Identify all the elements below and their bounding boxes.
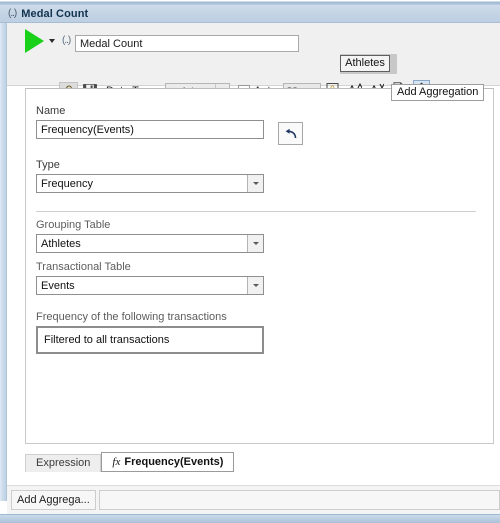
tab-frequency-events[interactable]: fx Frequency(Events) bbox=[101, 452, 235, 472]
athletes-button-container: Athletes bbox=[340, 54, 397, 74]
grouping-table-label: Grouping Table bbox=[36, 219, 111, 231]
expression-editor-window: (..) Medal Count (..) Medal Count Athlet… bbox=[0, 0, 500, 523]
run-icon bbox=[24, 29, 44, 53]
window-title: Medal Count bbox=[21, 7, 89, 20]
revert-name-button[interactable] bbox=[278, 122, 303, 145]
section-divider bbox=[36, 211, 476, 212]
expression-icon: (..) bbox=[8, 7, 17, 19]
transactional-table-chevron-down-icon[interactable] bbox=[247, 277, 263, 294]
frequency-transactions-group: Frequency of the following transactions … bbox=[36, 311, 264, 354]
type-chevron-down-icon[interactable] bbox=[247, 175, 263, 192]
fx-icon: fx bbox=[112, 456, 121, 468]
grouping-table-group: Grouping Table Athletes bbox=[36, 219, 264, 253]
grouping-table-value: Athletes bbox=[41, 238, 81, 250]
type-field-group: Type Frequency bbox=[36, 159, 264, 193]
type-value: Frequency bbox=[41, 178, 93, 190]
left-gutter bbox=[0, 23, 7, 501]
expression-name-input[interactable]: Medal Count bbox=[75, 35, 299, 52]
athletes-button[interactable]: Athletes bbox=[340, 55, 390, 72]
frequency-transactions-label: Frequency of the following transactions bbox=[36, 311, 227, 323]
run-dropdown-chevron-down-icon[interactable] bbox=[49, 39, 55, 43]
transactional-table-value: Events bbox=[41, 280, 75, 292]
type-select[interactable]: Frequency bbox=[36, 174, 264, 193]
name-label: Name bbox=[36, 105, 66, 117]
type-label: Type bbox=[36, 159, 60, 171]
toolbar: (..) Medal Count Athletes bbox=[7, 23, 500, 103]
editor-tab-strip: Expression fx Frequency(Events) bbox=[25, 450, 494, 472]
window-title-bar: (..) Medal Count bbox=[0, 5, 500, 23]
tab-expression[interactable]: Expression bbox=[25, 454, 102, 472]
name-field-group: Name Frequency(Events) bbox=[36, 105, 303, 145]
tooltip-add-aggregation: Add Aggregation bbox=[391, 84, 485, 101]
status-add-aggregation-cell[interactable]: Add Aggrega... bbox=[11, 490, 96, 510]
status-empty-cell bbox=[98, 490, 500, 510]
frequency-transactions-field[interactable]: Filtered to all transactions bbox=[36, 326, 264, 354]
window-frame-bottom bbox=[0, 514, 500, 523]
grouping-table-chevron-down-icon[interactable] bbox=[247, 235, 263, 252]
run-button[interactable] bbox=[19, 28, 49, 54]
transactional-table-label: Transactional Table bbox=[36, 261, 131, 273]
grouping-table-select[interactable]: Athletes bbox=[36, 234, 264, 253]
transactional-table-group: Transactional Table Events bbox=[36, 261, 264, 295]
status-bar: Add Aggrega... bbox=[7, 485, 500, 514]
expression-icon: (..) bbox=[62, 35, 71, 46]
aggregation-form-panel: Name Frequency(Events) Type Frequency Gr… bbox=[25, 88, 494, 444]
tab-frequency-events-label: Frequency(Events) bbox=[124, 456, 224, 468]
undo-icon bbox=[285, 128, 296, 138]
name-input[interactable]: Frequency(Events) bbox=[36, 120, 264, 139]
transactional-table-select[interactable]: Events bbox=[36, 276, 264, 295]
